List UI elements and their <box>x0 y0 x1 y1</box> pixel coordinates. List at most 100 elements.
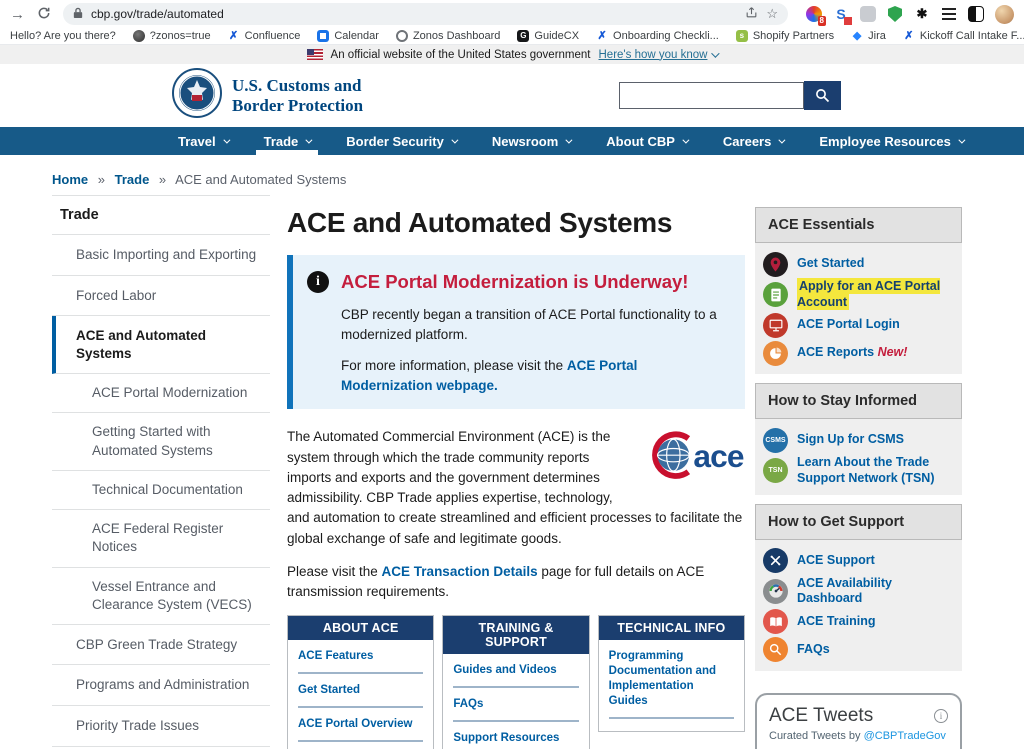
search-button[interactable] <box>804 81 841 110</box>
reading-list-icon[interactable] <box>941 6 957 22</box>
get-started-essential-link[interactable]: Get Started <box>797 256 864 272</box>
sidebar-item-ace-portal-modernization[interactable]: ACE Portal Modernization <box>52 374 270 413</box>
nav-travel[interactable]: Travel <box>178 127 228 155</box>
confluence-x-icon: ✗ <box>596 30 608 42</box>
sidebar-item-forced-labor[interactable]: Forced Labor <box>52 276 270 317</box>
refresh-icon[interactable] <box>37 6 51 23</box>
bookmark-calendar[interactable]: Calendar <box>317 30 379 42</box>
sidebar-item-getting-started[interactable]: Getting Started with Automated Systems <box>52 413 270 470</box>
breadcrumb-trade[interactable]: Trade <box>115 172 150 187</box>
disabled-extension-icon[interactable] <box>860 6 876 22</box>
sidebar-item-vecs[interactable]: Vessel Entrance and Clearance System (VE… <box>52 568 270 625</box>
list-item: ACE Reports New! <box>763 340 954 366</box>
ace-portal-overview-link[interactable]: ACE Portal Overview <box>298 717 423 742</box>
sign-up-csms-link[interactable]: Sign Up for CSMS <box>797 432 904 448</box>
nav-border-security[interactable]: Border Security <box>346 127 456 155</box>
tsn-link[interactable]: Learn About the Trade Support Network (T… <box>797 455 954 486</box>
apply-ace-portal-link[interactable]: Apply for an ACE Portal Account <box>797 279 954 310</box>
share-icon[interactable] <box>745 6 758 22</box>
sidebar-item-programs-administration[interactable]: Programs and Administration <box>52 665 270 706</box>
nav-newsroom[interactable]: Newsroom <box>492 127 570 155</box>
alert-paragraph: For more information, please visit the A… <box>341 356 727 395</box>
nav-about-cbp[interactable]: About CBP <box>606 127 687 155</box>
section-header: How to Get Support <box>755 504 962 540</box>
gauge-icon <box>763 579 788 604</box>
chevron-down-icon <box>306 136 313 143</box>
sidebar-item-ace-automated-systems[interactable]: ACE and Automated Systems <box>52 316 270 374</box>
bookmark-zonos-dashboard[interactable]: Zonos Dashboard <box>396 30 500 42</box>
how-you-know-link[interactable]: Here's how you know <box>599 49 718 61</box>
bookmark-confluence[interactable]: ✗Confluence <box>228 30 301 42</box>
nav-employee-resources[interactable]: Employee Resources <box>819 127 963 155</box>
url-bar[interactable]: cbp.gov/trade/automated ☆ <box>63 3 788 25</box>
faqs-link[interactable]: FAQs <box>453 697 578 722</box>
confluence-x-icon: ✗ <box>903 30 915 42</box>
bookmark-onboarding[interactable]: ✗Onboarding Checkli... <box>596 30 719 42</box>
list-item: ACE Availability Dashboard <box>763 576 954 607</box>
list-item: FAQs <box>763 637 954 663</box>
bookmark-hello[interactable]: Hello? Are you there? <box>10 30 116 42</box>
box-header: TRAINING & SUPPORT <box>443 616 588 654</box>
info-icon[interactable]: i <box>934 709 948 723</box>
ace-portal-login-link[interactable]: ACE Portal Login <box>797 317 900 333</box>
pinwheel-extension-icon[interactable]: 8 <box>806 6 822 22</box>
ace-training-link[interactable]: ACE Training <box>797 614 875 630</box>
google-calendar-icon <box>317 30 329 42</box>
breadcrumb: Home » Trade » ACE and Automated Systems <box>0 155 1024 195</box>
ace-features-link[interactable]: ACE Features <box>298 649 423 674</box>
agency-name[interactable]: U.S. Customs and Border Protection <box>232 76 363 114</box>
bookmark-shopify[interactable]: sShopify Partners <box>736 30 834 42</box>
nav-trade[interactable]: Trade <box>264 127 311 155</box>
bookmark-kickoff[interactable]: ✗Kickoff Call Intake F... <box>903 30 1024 42</box>
s-extension-icon[interactable]: S <box>833 6 849 22</box>
gov-banner: An official website of the United States… <box>0 45 1024 64</box>
resource-boxes: ABOUT ACE ACE Features Get Started ACE P… <box>287 615 745 749</box>
section-header: ACE Essentials <box>755 207 962 243</box>
sidebar-item-federal-register-notices[interactable]: ACE Federal Register Notices <box>52 510 270 567</box>
monitor-icon <box>763 313 788 338</box>
sidebar-heading-trade[interactable]: Trade <box>52 196 270 235</box>
sidebar-item-basic-importing[interactable]: Basic Importing and Exporting <box>52 235 270 276</box>
breadcrumb-home[interactable]: Home <box>52 172 88 187</box>
ace-support-link[interactable]: ACE Support <box>797 553 875 569</box>
bookmark-star-icon[interactable]: ☆ <box>766 6 778 22</box>
chevron-down-icon <box>223 136 230 143</box>
extensions-row: 8 S ✱ <box>806 5 1014 24</box>
guides-videos-link[interactable]: Guides and Videos <box>453 663 578 688</box>
cbp-seal-logo[interactable] <box>172 68 222 123</box>
ace-transaction-details-link[interactable]: ACE Transaction Details <box>382 564 538 579</box>
chevron-down-icon <box>566 136 573 143</box>
profile-avatar[interactable] <box>995 5 1014 24</box>
bookmarks-bar: Hello? Are you there? ?zonos=true ✗Confl… <box>0 28 1024 45</box>
cbptradegov-link[interactable]: @CBPTradeGov <box>864 730 946 742</box>
nav-careers[interactable]: Careers <box>723 127 783 155</box>
modernization-alert: i ACE Portal Modernization is Underway! … <box>287 255 745 409</box>
sidebar-item-priority-trade-issues[interactable]: Priority Trade Issues <box>52 706 270 747</box>
shield-extension-icon[interactable] <box>887 6 903 22</box>
training-support-box: TRAINING & SUPPORT Guides and Videos FAQ… <box>442 615 589 749</box>
search-input[interactable] <box>619 82 804 109</box>
bookmark-zonos-true[interactable]: ?zonos=true <box>133 30 211 42</box>
tools-icon <box>763 548 788 573</box>
forward-icon[interactable]: → <box>10 7 25 22</box>
support-resources-link[interactable]: Support Resources <box>453 731 578 749</box>
faqs-support-link[interactable]: FAQs <box>797 642 830 658</box>
availability-dashboard-link[interactable]: ACE Availability Dashboard <box>797 576 954 607</box>
svg-text:ace: ace <box>693 438 744 474</box>
programming-docs-link[interactable]: Programming Documentation and Implementa… <box>609 649 734 719</box>
dark-mode-extension-icon[interactable] <box>968 6 984 22</box>
chevron-down-icon <box>958 136 965 143</box>
bookmark-guidecx[interactable]: GGuideCX <box>517 30 579 42</box>
url-text[interactable]: cbp.gov/trade/automated <box>91 7 737 21</box>
bookmark-jira[interactable]: ◆Jira <box>851 30 886 42</box>
get-started-link[interactable]: Get Started <box>298 683 423 708</box>
stay-informed-section: How to Stay Informed CSMS Sign Up for CS… <box>755 383 962 494</box>
pin-extension-icon[interactable]: ✱ <box>914 6 930 22</box>
sidebar-item-technical-documentation[interactable]: Technical Documentation <box>52 471 270 510</box>
intro-paragraph: ace The Automated Commercial Environment… <box>287 427 745 549</box>
alert-title: ACE Portal Modernization is Underway! <box>341 271 688 293</box>
magnifier-icon <box>763 637 788 662</box>
sidebar-item-green-trade[interactable]: CBP Green Trade Strategy <box>52 625 270 666</box>
left-sidebar-nav: Trade Basic Importing and Exporting Forc… <box>52 195 270 749</box>
ace-reports-link[interactable]: ACE Reports New! <box>797 345 907 361</box>
